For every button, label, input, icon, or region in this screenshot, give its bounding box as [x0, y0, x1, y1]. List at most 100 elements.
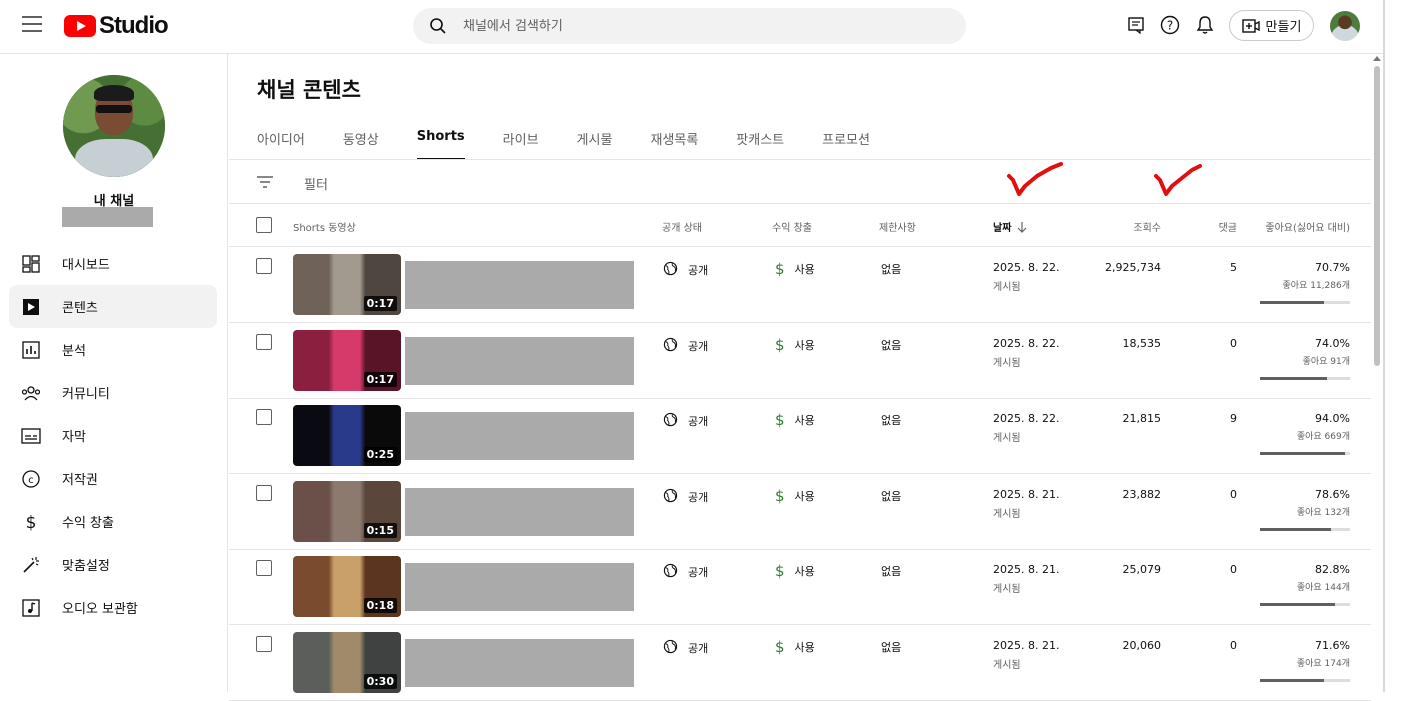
header-date[interactable]: 날짜	[993, 219, 1027, 234]
account-avatar[interactable]	[1330, 11, 1360, 41]
publish-status: 게시됨	[993, 508, 1021, 520]
table-row[interactable]: 0:15 공개 $ 사용 없음 2025. 8. 21. 게시됨 23,882 0 78.6% 좋아…	[229, 474, 1371, 550]
tab-7[interactable]: 프로모션	[822, 122, 870, 160]
header-views[interactable]: 조회수	[1109, 219, 1161, 234]
restrictions-cell[interactable]: 없음	[881, 639, 901, 655]
sidebar-item-label: 자막	[62, 430, 86, 445]
monetization-cell[interactable]: $ 사용	[775, 488, 815, 504]
video-title-redacted[interactable]	[405, 336, 634, 385]
svg-text:c: c	[28, 475, 34, 486]
video-thumbnail[interactable]: 0:18	[293, 556, 401, 618]
header-visibility[interactable]: 공개 상태	[662, 219, 702, 234]
visibility-cell[interactable]: 공개	[663, 639, 708, 657]
table-row[interactable]: 0:17 공개 $ 사용 없음 2025. 8. 22. 게시됨 18,535 0 74.0% 좋아…	[229, 323, 1371, 399]
publish-status: 게시됨	[993, 660, 1021, 671]
restrictions-cell[interactable]: 없음	[881, 261, 901, 277]
row-checkbox[interactable]	[256, 258, 272, 274]
tab-1[interactable]: 동영상	[343, 122, 379, 160]
help-icon[interactable]: ?	[1159, 14, 1181, 36]
monetization-cell[interactable]: $ 사용	[775, 639, 815, 655]
row-checkbox[interactable]	[256, 484, 272, 501]
create-button[interactable]: 만들기	[1229, 10, 1314, 41]
video-thumbnail[interactable]: 0:30	[293, 632, 401, 693]
monetization-cell[interactable]: $ 사용	[775, 337, 815, 353]
dollar-icon: $	[775, 638, 785, 656]
tab-3[interactable]: 라이브	[503, 122, 539, 160]
restrictions-cell[interactable]: 없음	[881, 412, 901, 428]
video-title-redacted[interactable]	[405, 639, 634, 687]
globe-icon	[663, 412, 678, 430]
filter-icon[interactable]	[256, 174, 274, 190]
scrollbar[interactable]	[1371, 54, 1383, 692]
menu-icon[interactable]	[22, 16, 42, 32]
tab-5[interactable]: 재생목록	[650, 122, 698, 160]
monetization-cell[interactable]: $ 사용	[775, 563, 815, 579]
tab-2[interactable]: Shorts	[416, 122, 465, 160]
tab-4[interactable]: 게시물	[577, 122, 613, 160]
search-bar[interactable]	[413, 8, 966, 44]
video-title-redacted[interactable]	[405, 487, 634, 536]
visibility-cell[interactable]: 공개	[663, 337, 708, 355]
date-cell: 2025. 8. 22. 게시됨	[993, 261, 1059, 293]
monetization-cell[interactable]: $ 사용	[775, 261, 815, 277]
restrictions-cell[interactable]: 없음	[881, 563, 901, 579]
channel-avatar[interactable]	[63, 75, 165, 177]
video-thumbnail[interactable]: 0:17	[293, 254, 401, 315]
table-row[interactable]: 0:25 공개 $ 사용 없음 2025. 8. 22. 게시됨 21,815 9 94.0% 좋아…	[229, 398, 1371, 475]
table-row[interactable]: 0:30 공개 $ 사용 없음 2025. 8. 21. 게시됨 20,060 0 71.6% 좋아…	[229, 625, 1371, 701]
sidebar-item-copyright[interactable]: c 저작권	[9, 457, 217, 500]
like-count: 좋아요 669개	[1296, 432, 1350, 443]
sidebar-item-community[interactable]: 커뮤니티	[9, 371, 217, 414]
visibility-cell[interactable]: 공개	[663, 261, 708, 279]
sidebar-item-subtitles[interactable]: 자막	[9, 414, 217, 457]
app-name: Studio	[99, 12, 169, 39]
sidebar-item-audio-library[interactable]: 오디오 보관함	[9, 586, 217, 629]
table-row[interactable]: 0:18 공개 $ 사용 없음 2025. 8. 21. 게시됨 25,079 0 82.8% 좋아…	[229, 549, 1371, 626]
studio-logo[interactable]: Studio	[64, 12, 169, 40]
visibility-cell[interactable]: 공개	[663, 563, 708, 581]
create-video-icon	[1241, 18, 1260, 33]
video-thumbnail[interactable]: 0:17	[293, 329, 401, 391]
row-checkbox[interactable]	[256, 409, 272, 426]
row-checkbox[interactable]	[256, 636, 272, 652]
views-cell: 20,060	[1122, 639, 1162, 652]
row-checkbox[interactable]	[256, 560, 272, 577]
sidebar-item-dashboard[interactable]: 대시보드	[9, 242, 217, 285]
video-thumbnail[interactable]: 0:15	[293, 480, 401, 542]
tab-0[interactable]: 아이디어	[257, 122, 305, 160]
select-all-checkbox[interactable]	[256, 217, 272, 233]
publish-status: 게시됨	[993, 282, 1021, 293]
sidebar-item-content[interactable]: 콘텐츠	[9, 285, 217, 328]
like-count: 좋아요 174개	[1296, 659, 1350, 669]
header-comments[interactable]: 댓글	[1209, 219, 1237, 234]
tab-6[interactable]: 팟캐스트	[736, 122, 784, 160]
like-ratio-bar	[1260, 376, 1350, 380]
video-title-redacted[interactable]	[405, 412, 634, 461]
sidebar-item-dollar[interactable]: $ 수익 창출	[9, 500, 217, 543]
sidebar-item-customize[interactable]: 맞춤설정	[9, 543, 217, 586]
filter-input[interactable]: 필터	[304, 174, 328, 193]
visibility-label: 공개	[688, 415, 709, 429]
subtitles-icon	[21, 426, 41, 446]
header-restrictions[interactable]: 제한사항	[879, 219, 916, 234]
video-title-redacted[interactable]	[405, 261, 634, 309]
row-checkbox[interactable]	[256, 333, 272, 350]
header-likes[interactable]: 좋아요(싫어요 대비)	[1249, 219, 1350, 234]
table-row[interactable]: 0:17 공개 $ 사용 없음 2025. 8. 22. 게시됨 2,925,734 5 70.7…	[229, 247, 1371, 323]
visibility-cell[interactable]: 공개	[663, 488, 708, 506]
restrictions-cell[interactable]: 없음	[881, 488, 901, 504]
header-monetization[interactable]: 수익 창출	[772, 219, 812, 234]
video-thumbnail[interactable]: 0:25	[293, 405, 401, 467]
dollar-icon: $	[21, 512, 41, 532]
like-ratio-bar	[1260, 527, 1350, 531]
search-input[interactable]	[463, 8, 943, 44]
monetization-label: 사용	[794, 414, 815, 428]
video-title-redacted[interactable]	[405, 563, 634, 612]
notifications-icon[interactable]	[1194, 14, 1216, 36]
monetization-cell[interactable]: $ 사용	[775, 412, 815, 428]
content-tabs: 아이디어 동영상 Shorts 라이브 게시물 재생목록 팟캐스트 프로모션	[257, 122, 908, 160]
restrictions-cell[interactable]: 없음	[881, 337, 901, 353]
sidebar-item-analytics[interactable]: 분석	[9, 328, 217, 371]
visibility-cell[interactable]: 공개	[663, 412, 708, 430]
feedback-icon[interactable]	[1125, 14, 1147, 36]
